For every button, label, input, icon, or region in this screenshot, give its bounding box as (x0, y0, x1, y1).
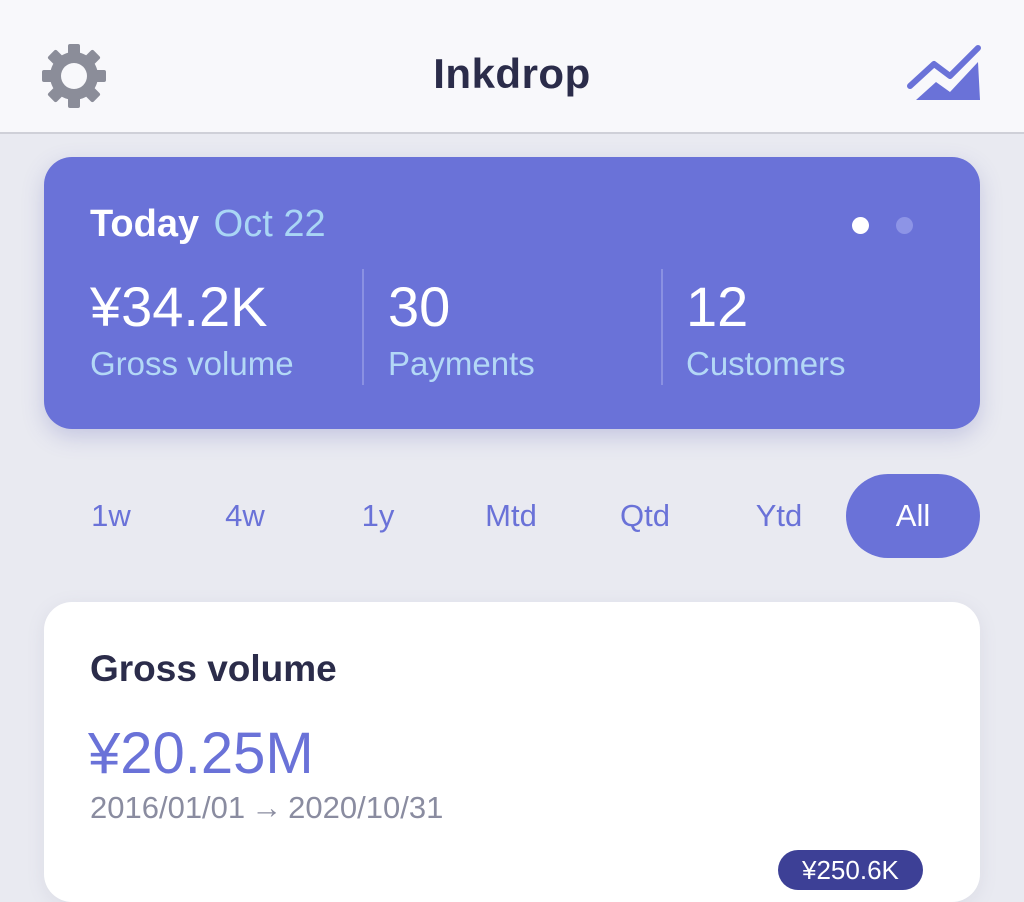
card-title: Gross volume (90, 648, 337, 689)
period-option-4w[interactable]: 4w (178, 474, 312, 558)
stat-value: 30 (388, 275, 451, 338)
stat-customers: 12 Customers (686, 275, 846, 383)
period-option-qtd[interactable]: Qtd (578, 474, 712, 558)
gross-volume-card[interactable]: Gross volume ¥20.25M 2016/01/01 → 2020/10/… (44, 602, 980, 902)
app-title: Inkdrop (433, 50, 591, 97)
end-date: 2020/10/31 (288, 790, 444, 825)
stat-label: Customers (686, 345, 846, 382)
stat-payments: 30 Payments (388, 275, 535, 383)
stat-value: ¥34.2K (90, 275, 268, 338)
period-option-1w[interactable]: 1w (44, 474, 178, 558)
date-range: 2016/01/01 → 2020/10/31 (90, 790, 443, 826)
value-badge: ¥250.6K (778, 850, 923, 890)
period-option-mtd[interactable]: Mtd (444, 474, 578, 558)
stat-label: Payments (388, 345, 535, 382)
stat-value: 12 (686, 275, 749, 338)
arrow-right-icon: → (251, 790, 283, 825)
period-option-1y[interactable]: 1y (311, 474, 445, 558)
summary-label: Today (90, 203, 200, 245)
stat-divider (661, 269, 663, 385)
stat-label: Gross volume (90, 345, 294, 382)
gross-volume-amount: ¥20.25M (88, 721, 314, 786)
period-option-all[interactable]: All (846, 474, 980, 558)
pager-dot-active[interactable] (852, 217, 869, 234)
stat-divider (362, 269, 364, 385)
today-summary-card[interactable]: Today Oct 22 ¥34.2K Gross volume 30 Paym… (44, 157, 980, 429)
nav-bar: Inkdrop (0, 0, 1024, 134)
start-date: 2016/01/01 (90, 790, 246, 825)
chart-button[interactable] (906, 44, 984, 104)
chart-icon (907, 45, 981, 100)
stat-gross-volume: ¥34.2K Gross volume (90, 275, 294, 383)
summary-date: Oct 22 (213, 203, 326, 245)
summary-heading: Today Oct 22 (90, 203, 326, 246)
period-selector: 1w 4w 1y Mtd Qtd Ytd All (44, 474, 980, 558)
pager-dot-inactive[interactable] (896, 217, 913, 234)
period-option-ytd[interactable]: Ytd (712, 474, 846, 558)
